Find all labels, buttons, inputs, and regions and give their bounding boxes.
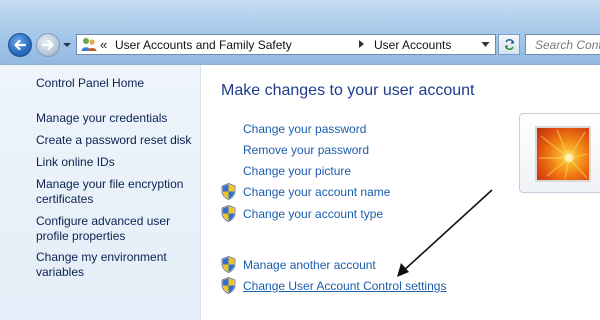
change-picture-link[interactable]: Change your picture: [243, 164, 351, 178]
flower-image: [539, 129, 589, 180]
users-icon: [81, 38, 97, 51]
sidebar: Control Panel Home Manage your credentia…: [0, 65, 201, 320]
main-panel: Make changes to your user account Change…: [201, 65, 600, 320]
change-uac-settings-link[interactable]: Change User Account Control settings: [243, 279, 446, 293]
forward-arrow-icon: [41, 39, 54, 51]
sidebar-item-file-encryption[interactable]: Manage your file encryption certificates: [36, 177, 186, 207]
uac-shield-icon: [221, 205, 236, 222]
change-account-name-link[interactable]: Change your account name: [243, 185, 390, 199]
uac-shield-icon: [221, 256, 236, 273]
breadcrumb-user-accounts[interactable]: User Accounts: [374, 38, 451, 52]
recent-pages-dropdown-icon[interactable]: [62, 40, 72, 50]
sidebar-item-password-reset-disk[interactable]: Create a password reset disk: [36, 133, 196, 148]
back-button[interactable]: [8, 33, 32, 57]
address-dropdown-icon[interactable]: [481, 41, 490, 48]
forward-button[interactable]: [36, 33, 60, 57]
breadcrumb-separator-icon[interactable]: [358, 39, 366, 49]
breadcrumb-family-safety[interactable]: User Accounts and Family Safety: [115, 38, 292, 52]
sidebar-item-advanced-profile[interactable]: Configure advanced user profile properti…: [36, 214, 176, 244]
page-title: Make changes to your user account: [221, 82, 475, 99]
change-account-type-link[interactable]: Change your account type: [243, 207, 383, 221]
refresh-button[interactable]: [498, 34, 520, 55]
breadcrumb-overflow-icon[interactable]: «: [100, 37, 107, 52]
sidebar-item-manage-credentials[interactable]: Manage your credentials: [36, 111, 196, 126]
user-picture-avatar: [535, 126, 591, 182]
uac-shield-icon: [221, 183, 236, 200]
user-account-tile[interactable]: [519, 113, 600, 193]
sidebar-item-control-panel-home[interactable]: Control Panel Home: [36, 76, 196, 91]
sidebar-item-link-online-ids[interactable]: Link online IDs: [36, 155, 196, 170]
remove-password-link[interactable]: Remove your password: [243, 143, 369, 157]
refresh-icon: [504, 39, 515, 50]
change-password-link[interactable]: Change your password: [243, 122, 366, 136]
uac-shield-icon: [221, 277, 236, 294]
back-arrow-icon: [14, 39, 27, 51]
window-toolbar: « User Accounts and Family Safety User A…: [0, 0, 600, 65]
sidebar-item-environment-variables[interactable]: Change my environment variables: [36, 250, 176, 280]
address-bar[interactable]: « User Accounts and Family Safety User A…: [76, 34, 496, 55]
manage-another-account-link[interactable]: Manage another account: [243, 258, 376, 272]
search-box[interactable]: [525, 34, 600, 55]
search-input[interactable]: [535, 36, 600, 53]
